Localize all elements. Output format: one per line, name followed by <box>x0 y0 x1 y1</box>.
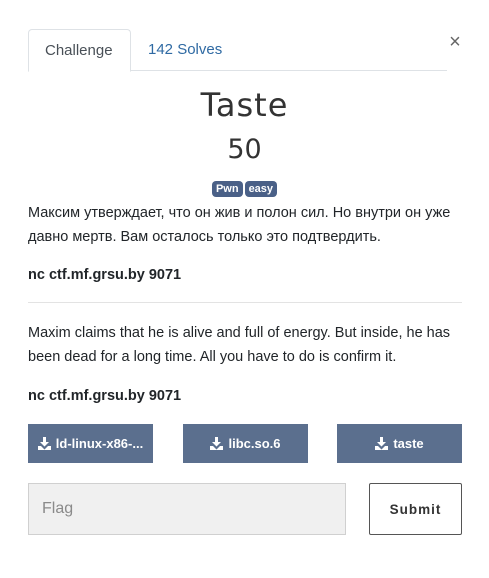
tab-bar: Challenge 142 Solves <box>28 29 447 72</box>
challenge-modal: Challenge 142 Solves × Taste 50 Pwn easy… <box>0 0 489 578</box>
tag-badge: Pwn <box>211 181 243 197</box>
tab-solves[interactable]: 142 Solves <box>132 29 238 71</box>
file-download-button[interactable]: ld-linux-x86-... <box>28 424 153 463</box>
download-icon <box>375 437 389 450</box>
download-icon <box>210 437 224 450</box>
download-icon <box>37 437 51 450</box>
file-download-button[interactable]: libc.so.6 <box>183 424 308 463</box>
tab-challenge[interactable]: Challenge <box>28 29 131 72</box>
close-icon[interactable]: × <box>447 31 463 53</box>
description-ru: Максим утверждает, что он жив и полон си… <box>28 205 451 245</box>
challenge-value: 50 <box>227 134 262 165</box>
file-name: taste <box>393 436 424 451</box>
tag-list: Pwn easy <box>0 181 489 197</box>
connection-info-en: nc ctf.mf.grsu.by 9071 <box>28 388 182 404</box>
divider <box>28 302 462 303</box>
tag-badge: easy <box>244 181 278 197</box>
flag-input[interactable] <box>28 483 346 535</box>
file-download-button[interactable]: taste <box>337 424 462 463</box>
submit-button[interactable]: Submit <box>369 483 462 535</box>
description-en: Maxim claims that he is alive and full o… <box>28 325 451 365</box>
file-name: libc.so.6 <box>228 436 281 451</box>
connection-info-ru: nc ctf.mf.grsu.by 9071 <box>28 267 182 283</box>
file-name: ld-linux-x86-... <box>55 436 144 451</box>
challenge-name: Taste <box>200 86 289 124</box>
